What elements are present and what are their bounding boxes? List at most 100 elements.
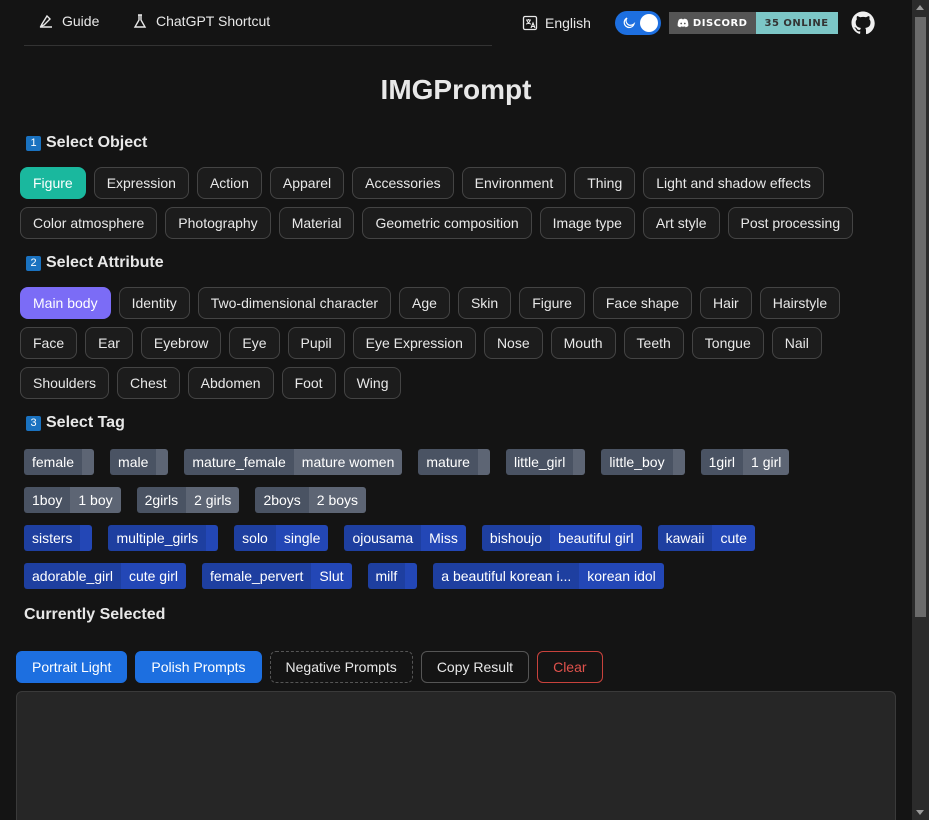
chatgpt-shortcut-link[interactable]: ChatGPT Shortcut	[132, 13, 270, 29]
attribute-pill[interactable]: Pupil	[287, 327, 345, 359]
action-bar: Portrait Light Polish Prompts Negative P…	[16, 651, 603, 683]
tag-key: 1boy	[24, 487, 71, 513]
scroll-down-arrow-icon[interactable]	[916, 810, 924, 815]
scrollbar-thumb[interactable]	[915, 17, 926, 617]
attribute-pill[interactable]: Eye	[229, 327, 280, 359]
object-pill[interactable]: Color atmosphere	[20, 207, 158, 239]
shortcut-label: ChatGPT Shortcut	[156, 13, 271, 29]
object-pill[interactable]: Expression	[93, 167, 189, 199]
tag-chip[interactable]: mature	[418, 449, 490, 475]
tag-chip[interactable]: 1boy 1 boy	[24, 487, 121, 513]
tag-chip[interactable]: kawaii cute	[657, 525, 755, 551]
tag-key: little_boy	[601, 449, 673, 475]
object-pill[interactable]: Art style	[642, 207, 720, 239]
object-pill[interactable]: Photography	[165, 207, 271, 239]
scrollbar[interactable]	[912, 0, 929, 820]
object-pill[interactable]: Figure	[20, 167, 86, 199]
tag-chip[interactable]: sisters	[24, 525, 93, 551]
tag-chip[interactable]: little_girl	[505, 449, 586, 475]
attribute-pill[interactable]: Nose	[483, 327, 543, 359]
object-pill[interactable]: Post processing	[727, 207, 854, 239]
tag-key: female_pervert	[201, 563, 312, 589]
tag-chip[interactable]: little_boy	[601, 449, 685, 475]
tag-value: cute girl	[120, 563, 186, 589]
result-textarea[interactable]	[16, 691, 896, 820]
attribute-pill[interactable]: Main body	[20, 287, 111, 319]
currently-selected-heading: Currently Selected	[24, 606, 166, 623]
tag-chip[interactable]: multiple_girls	[108, 525, 219, 551]
tag-key: mature_female	[184, 449, 294, 475]
tag-chip[interactable]: 1girl 1 girl	[700, 449, 790, 475]
attribute-pill[interactable]: Ear	[85, 327, 133, 359]
tag-chip[interactable]: a beautiful korean i... korean idol	[433, 563, 664, 589]
tag-key: female	[24, 449, 83, 475]
clear-button[interactable]: Clear	[537, 651, 603, 683]
object-pill[interactable]: Image type	[539, 207, 635, 239]
tag-key: milf	[367, 563, 406, 589]
tag-chip[interactable]: solo single	[234, 525, 329, 551]
object-pill[interactable]: Apparel	[269, 167, 345, 199]
attribute-row-2: Face Ear Eyebrow Eye Pupil Eye Expressio…	[20, 327, 822, 359]
attribute-pill[interactable]: Age	[399, 287, 450, 319]
attribute-pill[interactable]: Nail	[771, 327, 822, 359]
select-attribute-heading: 2 Select Attribute	[26, 254, 164, 272]
tag-key: ojousama	[344, 525, 422, 551]
step-badge: 3	[26, 415, 41, 431]
attribute-pill[interactable]: Identity	[118, 287, 190, 319]
attribute-pill[interactable]: Hair	[700, 287, 752, 319]
attribute-pill[interactable]: Hairstyle	[759, 287, 841, 319]
object-pill[interactable]: Light and shadow effects	[643, 167, 824, 199]
tag-key: 2girls	[136, 487, 187, 513]
portrait-light-button[interactable]: Portrait Light	[16, 651, 128, 683]
attribute-pill[interactable]: Abdomen	[187, 367, 274, 399]
tag-key: male	[110, 449, 157, 475]
object-pill[interactable]: Accessories	[352, 167, 454, 199]
attribute-pill[interactable]: Figure	[519, 287, 585, 319]
attribute-pill[interactable]: Tongue	[691, 327, 764, 359]
attribute-row-3: Shoulders Chest Abdomen Foot Wing	[20, 367, 402, 399]
copy-result-button[interactable]: Copy Result	[420, 651, 530, 683]
object-pill[interactable]: Thing	[574, 167, 636, 199]
attribute-pill[interactable]: Chest	[117, 367, 180, 399]
tag-chip[interactable]: 2girls 2 girls	[136, 487, 240, 513]
object-pill[interactable]: Material	[278, 207, 355, 239]
attribute-pill[interactable]: Face shape	[592, 287, 693, 319]
tag-chip[interactable]: female	[24, 449, 95, 475]
discord-badge[interactable]: DISCORD 35 ONLINE	[668, 12, 838, 34]
tag-chip[interactable]: bishoujo beautiful girl	[481, 525, 642, 551]
attribute-pill[interactable]: Wing	[343, 367, 402, 399]
attribute-pill[interactable]: Skin	[457, 287, 512, 319]
object-pill[interactable]: Action	[196, 167, 262, 199]
tag-value	[156, 449, 169, 475]
tag-chip[interactable]: mature_female mature women	[184, 449, 403, 475]
tag-chip[interactable]: male	[110, 449, 169, 475]
tag-chip[interactable]: adorable_girl cute girl	[24, 563, 186, 589]
language-selector[interactable]: English	[522, 15, 591, 31]
page-title: IMGPrompt	[380, 74, 532, 105]
attribute-pill[interactable]: Eye Expression	[352, 327, 476, 359]
tag-chip[interactable]: milf	[367, 563, 418, 589]
tag-chip[interactable]: 2boys 2 boys	[255, 487, 367, 513]
object-pill[interactable]: Geometric composition	[362, 207, 532, 239]
polish-prompts-button[interactable]: Polish Prompts	[135, 651, 262, 683]
attribute-pill[interactable]: Mouth	[550, 327, 616, 359]
attribute-pill[interactable]: Face	[20, 327, 78, 359]
github-icon[interactable]	[851, 11, 875, 35]
tag-value: single	[275, 525, 329, 551]
tag-chip[interactable]: female_pervert Slut	[201, 563, 352, 589]
guide-link[interactable]: Guide	[38, 13, 99, 29]
attribute-pill[interactable]: Teeth	[623, 327, 684, 359]
tag-row-1: female male mature_female mature women ma…	[24, 449, 790, 475]
attribute-pill[interactable]: Two-dimensional character	[197, 287, 392, 319]
negative-prompts-button[interactable]: Negative Prompts	[269, 651, 413, 683]
tag-key: solo	[234, 525, 276, 551]
dark-mode-toggle[interactable]	[614, 11, 661, 35]
attribute-pill[interactable]: Foot	[281, 367, 336, 399]
step-badge: 1	[26, 135, 41, 151]
tag-key: little_girl	[505, 449, 574, 475]
attribute-pill[interactable]: Eyebrow	[140, 327, 222, 359]
attribute-pill[interactable]: Shoulders	[20, 367, 110, 399]
object-pill[interactable]: Environment	[461, 167, 567, 199]
tag-chip[interactable]: ojousama Miss	[344, 525, 466, 551]
scroll-up-arrow-icon[interactable]	[916, 5, 924, 10]
